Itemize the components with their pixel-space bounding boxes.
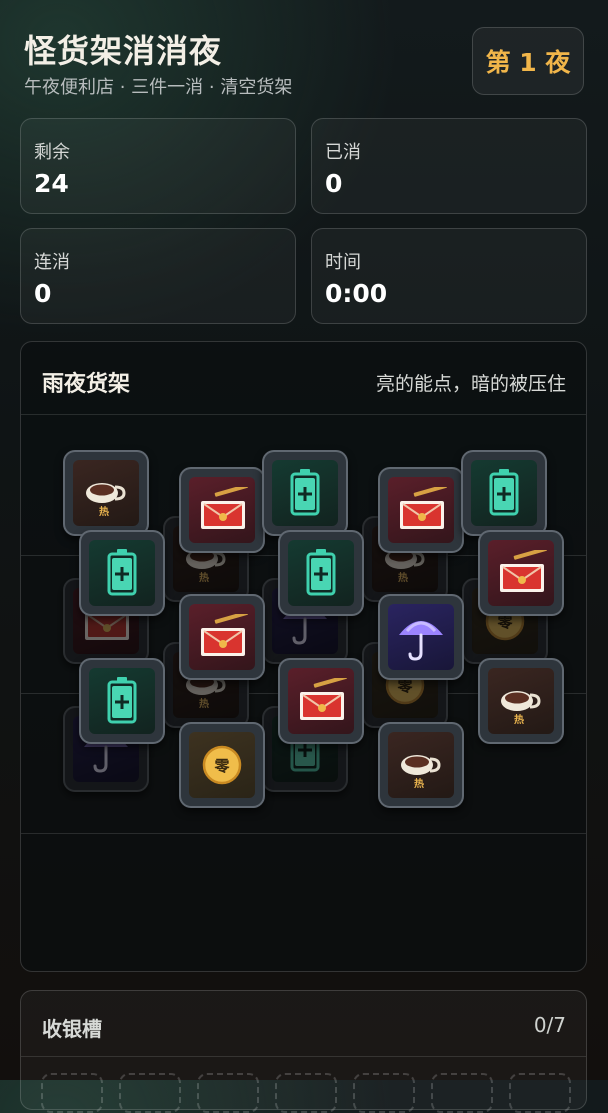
stat-remaining-value: 24 <box>34 169 69 198</box>
battery-icon <box>471 460 537 526</box>
shelf-tile-envelope[interactable] <box>378 467 464 553</box>
stat-combo-label: 连消 <box>34 252 70 273</box>
shelf-tile-battery[interactable] <box>262 450 348 536</box>
shelf-tile-battery[interactable] <box>79 658 165 744</box>
stat-cleared-value: 0 <box>325 169 343 198</box>
shelf-tile-envelope[interactable] <box>278 658 364 744</box>
tray-slot <box>119 1073 181 1113</box>
coffee-icon: 热 <box>488 668 554 734</box>
stat-remaining-label: 剩余 <box>34 142 70 163</box>
shelf-tile-envelope[interactable] <box>478 530 564 616</box>
envelope-icon <box>189 604 255 670</box>
stat-time: 时间 0:00 <box>311 228 587 324</box>
shelf-tile-umbrella[interactable] <box>378 594 464 680</box>
coin-icon: 零 <box>189 732 255 798</box>
shelf-divider <box>21 833 586 834</box>
battery-icon <box>272 460 338 526</box>
game-subtitle: 午夜便利店 · 三件一消 · 清空货架 <box>24 77 293 98</box>
coffee-icon: 热 <box>73 460 139 526</box>
tray-title: 收银槽 <box>42 1017 102 1041</box>
tray-slot <box>275 1073 337 1113</box>
stat-combo-value: 0 <box>34 279 52 308</box>
svg-text:热: 热 <box>199 571 209 584</box>
board-hint: 亮的能点，暗的被压住 <box>375 373 566 395</box>
shelf-tile-battery[interactable] <box>461 450 547 536</box>
coffee-icon: 热 <box>388 732 454 798</box>
svg-text:零: 零 <box>213 757 230 775</box>
shelf-tile-coffee[interactable]: 热 <box>378 722 464 808</box>
tray-divider <box>21 1056 586 1057</box>
tray-slot <box>509 1073 571 1113</box>
tray-count: 0/7 <box>533 1013 566 1037</box>
header: 怪货架消消夜 午夜便利店 · 三件一消 · 清空货架 第 1 夜 <box>24 26 584 102</box>
checkout-tray: 收银槽 0/7 <box>20 990 587 1113</box>
shelf-tile-battery[interactable] <box>278 530 364 616</box>
svg-text:热: 热 <box>99 505 109 518</box>
shelf-tile-coffee[interactable]: 热 <box>63 450 149 536</box>
battery-icon <box>89 668 155 734</box>
board-title: 雨夜货架 <box>42 372 131 397</box>
tray-slot <box>197 1073 259 1113</box>
tray-slot <box>431 1073 493 1113</box>
envelope-icon <box>388 477 454 543</box>
stat-time-label: 时间 <box>325 252 361 273</box>
shelf-tile-battery[interactable] <box>79 530 165 616</box>
battery-icon <box>288 540 354 606</box>
shelf-tile-envelope[interactable] <box>179 467 265 553</box>
shelf-board: 雨夜货架 亮的能点，暗的被压住 热 热 热 零 零 热 热 零 热 <box>20 341 587 972</box>
umbrella-icon <box>388 604 454 670</box>
shelf-tile-coffee[interactable]: 热 <box>478 658 564 744</box>
shelf-tile-envelope[interactable] <box>179 594 265 680</box>
tray-slot <box>41 1073 103 1113</box>
game-title: 怪货架消消夜 <box>24 32 223 70</box>
board-header: 雨夜货架 亮的能点，暗的被压住 <box>21 342 586 415</box>
tray-slot <box>353 1073 415 1113</box>
envelope-icon <box>189 477 255 543</box>
stat-remaining: 剩余 24 <box>20 118 296 214</box>
night-badge: 第 1 夜 <box>472 27 584 95</box>
svg-text:热: 热 <box>199 697 209 710</box>
stat-combo: 连消 0 <box>20 228 296 324</box>
shelf-tile-coin[interactable]: 零 <box>179 722 265 808</box>
svg-text:热: 热 <box>514 713 524 726</box>
envelope-icon <box>288 668 354 734</box>
svg-text:热: 热 <box>398 571 408 584</box>
svg-text:热: 热 <box>414 777 424 790</box>
envelope-icon <box>488 540 554 606</box>
stat-cleared: 已消 0 <box>311 118 587 214</box>
stat-time-value: 0:00 <box>325 279 388 308</box>
battery-icon <box>89 540 155 606</box>
stat-cleared-label: 已消 <box>325 142 361 163</box>
